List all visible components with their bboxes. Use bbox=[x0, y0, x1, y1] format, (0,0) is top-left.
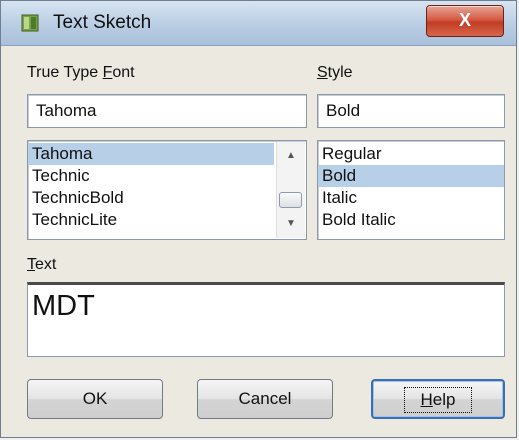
text-input[interactable]: MDT bbox=[27, 282, 505, 357]
style-list-item[interactable]: Bold Italic bbox=[318, 209, 504, 231]
font-list-scrollbar[interactable]: ▲ ▼ bbox=[276, 142, 305, 238]
font-label-prefix: True Type bbox=[27, 64, 103, 81]
font-label-mnemonic: F bbox=[102, 64, 113, 81]
help-button[interactable]: Help bbox=[371, 379, 505, 419]
text-label-suffix: ext bbox=[35, 256, 57, 273]
style-input[interactable]: Bold bbox=[317, 94, 505, 128]
style-label: Style bbox=[317, 64, 353, 82]
help-button-focus: Help bbox=[403, 387, 473, 413]
help-mnemonic: H bbox=[420, 390, 433, 409]
font-listbox[interactable]: Tahoma Technic TechnicBold TechnicLite ▲… bbox=[27, 140, 307, 240]
style-list-item[interactable]: Regular bbox=[318, 143, 504, 165]
text-sketch-icon bbox=[21, 14, 39, 32]
scroll-thumb[interactable] bbox=[279, 192, 302, 208]
help-label: elp bbox=[432, 390, 456, 409]
style-list-item[interactable]: Bold bbox=[318, 165, 504, 187]
close-icon: X bbox=[458, 10, 471, 30]
font-label: True Type Font bbox=[27, 64, 135, 82]
scroll-up-arrow-icon[interactable]: ▲ bbox=[277, 146, 305, 166]
scroll-down-arrow-icon[interactable]: ▼ bbox=[277, 214, 305, 234]
text-label: Text bbox=[27, 256, 56, 274]
ok-button[interactable]: OK bbox=[27, 379, 163, 419]
close-button[interactable]: X bbox=[426, 5, 504, 37]
font-list-item[interactable]: TechnicBold bbox=[28, 187, 306, 209]
font-list-item[interactable]: Technic bbox=[28, 165, 306, 187]
style-label-suffix: tyle bbox=[327, 64, 353, 81]
style-listbox[interactable]: Regular Bold Italic Bold Italic bbox=[317, 140, 505, 240]
font-list-item[interactable]: Tahoma bbox=[28, 143, 274, 165]
text-sketch-dialog: Text Sketch X True Type Font Style Tahom… bbox=[0, 0, 517, 438]
title-bar[interactable]: Text Sketch X bbox=[1, 1, 516, 46]
font-input[interactable]: Tahoma bbox=[27, 94, 307, 128]
window-title: Text Sketch bbox=[53, 12, 152, 33]
text-label-mnemonic: T bbox=[27, 256, 35, 273]
font-label-suffix: ont bbox=[112, 64, 135, 81]
font-list-item[interactable]: TechnicLite bbox=[28, 209, 306, 231]
dialog-body: True Type Font Style Tahoma Bold Tahoma … bbox=[7, 46, 510, 431]
cancel-button[interactable]: Cancel bbox=[197, 379, 333, 419]
style-label-mnemonic: S bbox=[317, 64, 328, 81]
style-list-item[interactable]: Italic bbox=[318, 187, 504, 209]
